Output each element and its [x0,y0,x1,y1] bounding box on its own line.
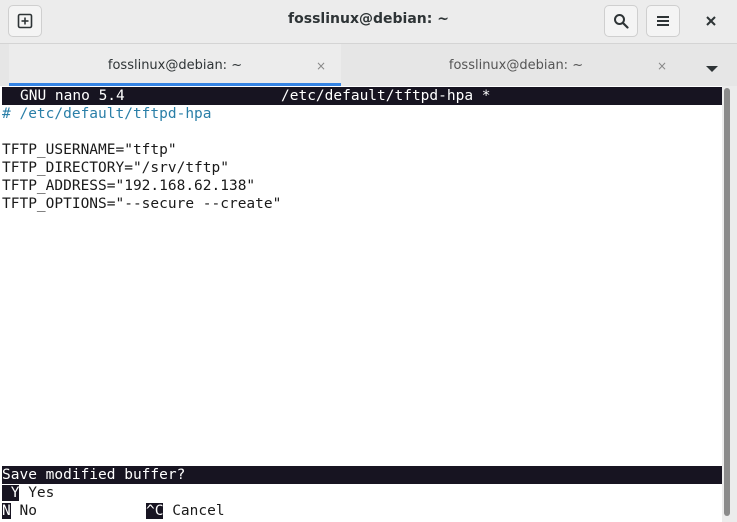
search-icon [614,14,629,29]
option-cancel-label: Cancel [172,503,225,519]
tab-1[interactable]: fosslinux@debian: ~ × [9,44,341,86]
close-icon [706,16,716,26]
file-line-username: TFTP_USERNAME="tftp" [2,142,177,158]
hamburger-menu-icon [657,16,669,26]
tab-close-icon[interactable]: × [657,59,667,73]
nano-filename: /etc/default/tftpd-hpa * [281,88,491,104]
chevron-down-icon [706,66,718,72]
tab-close-icon[interactable]: × [316,59,326,73]
file-line-comment: # /etc/default/tftpd-hpa [2,106,212,122]
terminal-scrollbar[interactable] [722,86,737,522]
key-y [2,485,11,501]
key-n: N [2,503,11,519]
header-bar: fosslinux@debian: ~ [0,0,737,43]
option-yes[interactable]: Y Yes [2,484,54,502]
option-yes-label: Yes [28,485,55,501]
option-no-label: No [19,503,37,519]
file-line-directory: TFTP_DIRECTORY="/srv/tftp" [2,160,229,176]
terminal-area[interactable]: GNU nano 5.4/etc/default/tftpd-hpa * # /… [0,86,722,522]
nano-title-bar: GNU nano 5.4/etc/default/tftpd-hpa * [2,87,722,105]
tab-label: fosslinux@debian: ~ [448,57,584,73]
option-cancel[interactable]: ^C Cancel [146,502,225,520]
menu-button[interactable] [646,5,680,37]
search-button[interactable] [604,5,638,37]
file-line-options: TFTP_OPTIONS="--secure --create" [2,196,282,212]
close-window-button[interactable] [695,5,727,37]
tab-dropdown-button[interactable] [705,59,719,78]
tab-label: fosslinux@debian: ~ [107,57,243,73]
file-line-address: TFTP_ADDRESS="192.168.62.138" [2,178,256,194]
key-ctrl-c: ^C [146,503,164,519]
scrollbar-thumb[interactable] [724,88,730,516]
tab-2[interactable]: fosslinux@debian: ~ × [350,44,682,86]
terminal-window: fosslinux@debian: ~ fosslinux@debian: ~ … [0,0,737,522]
save-prompt: Save modified buffer? [2,466,722,484]
option-no[interactable]: N No [2,502,37,520]
tab-bar: fosslinux@debian: ~ × fosslinux@debian: … [0,43,737,86]
nano-version: GNU nano 5.4 [20,88,125,104]
